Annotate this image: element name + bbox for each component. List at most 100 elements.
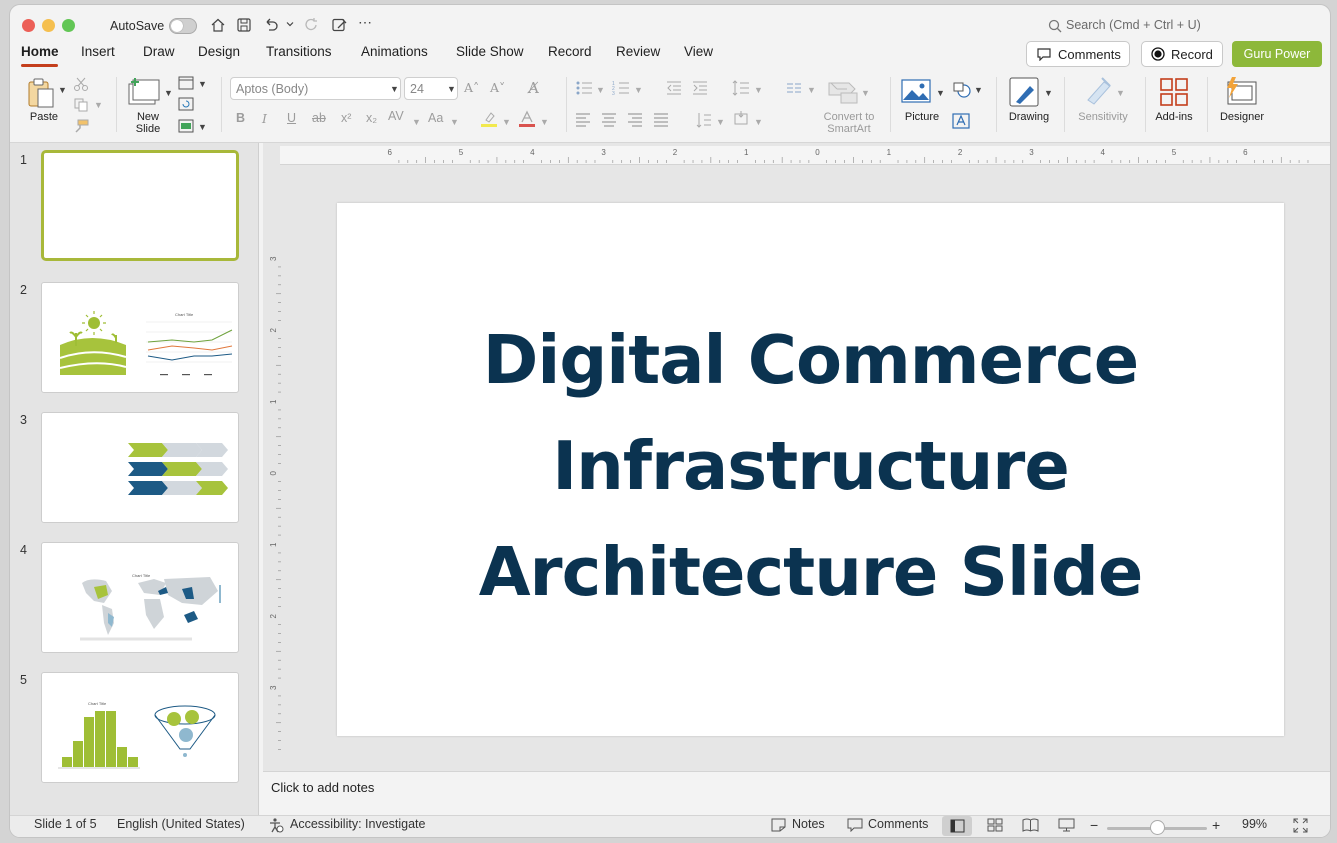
align-center-icon[interactable]: [601, 113, 617, 127]
justify-icon[interactable]: [653, 113, 669, 127]
paste-dropdown-icon[interactable]: ▼: [58, 85, 67, 95]
text-direction-icon[interactable]: [696, 111, 712, 129]
decrease-indent-icon[interactable]: [666, 80, 682, 96]
drawing-dropdown-icon[interactable]: ▼: [1044, 88, 1053, 98]
tab-draw[interactable]: Draw: [143, 44, 175, 59]
reading-view-icon[interactable]: [1022, 818, 1039, 832]
comments-button[interactable]: Comments: [1026, 41, 1130, 67]
increase-indent-icon[interactable]: [692, 80, 708, 96]
align-text-icon[interactable]: [732, 111, 750, 127]
slideshow-icon[interactable]: [1058, 818, 1075, 832]
copy-icon[interactable]: [73, 98, 89, 112]
increase-font-size-icon[interactable]: A˄: [464, 80, 479, 95]
accessibility-icon[interactable]: [268, 817, 284, 833]
slide-sorter-icon[interactable]: [987, 818, 1003, 832]
record-button[interactable]: Record: [1141, 41, 1223, 67]
minimize-window-button[interactable]: [42, 19, 55, 32]
smartart-icon[interactable]: [827, 79, 859, 105]
font-color-dropdown-icon[interactable]: ▼: [540, 117, 549, 127]
font-size-dropdown-icon[interactable]: ▼: [447, 84, 456, 94]
font-name-field[interactable]: Aptos (Body): [230, 77, 401, 100]
section-dropdown-icon[interactable]: ▼: [198, 122, 207, 132]
slide-thumbnail-4[interactable]: Chart Title: [41, 542, 239, 653]
undo-dropdown-icon[interactable]: [286, 20, 294, 28]
font-color-icon[interactable]: [518, 110, 536, 128]
align-left-icon[interactable]: [575, 113, 591, 127]
notes-placeholder[interactable]: Click to add notes: [271, 780, 374, 795]
clear-formatting-icon[interactable]: A̸: [528, 79, 539, 97]
numbering-icon[interactable]: 123: [612, 80, 630, 96]
align-right-icon[interactable]: [627, 113, 643, 127]
highlight-dropdown-icon[interactable]: ▼: [502, 117, 511, 127]
font-name-dropdown-icon[interactable]: ▼: [390, 84, 399, 94]
zoom-level[interactable]: 99%: [1242, 817, 1267, 831]
layout-dropdown-icon[interactable]: ▼: [198, 79, 207, 89]
slide-thumbnail-1[interactable]: [41, 150, 239, 261]
tab-slide-show[interactable]: Slide Show: [456, 44, 524, 59]
redo-icon[interactable]: [304, 17, 320, 33]
line-spacing-icon[interactable]: [732, 80, 750, 96]
notes-icon[interactable]: [771, 818, 786, 832]
italic-icon[interactable]: I: [262, 111, 267, 126]
change-case-icon[interactable]: Aa: [428, 111, 443, 125]
slide-thumbnail-2[interactable]: Chart Title: [41, 282, 239, 393]
align-text-dropdown-icon[interactable]: ▼: [754, 117, 763, 127]
tab-insert[interactable]: Insert: [81, 44, 115, 59]
underline-icon[interactable]: U: [287, 111, 296, 125]
sensitivity-icon[interactable]: [1084, 76, 1114, 106]
slide-title-textbox[interactable]: Digital Commerce Infrastructure Architec…: [337, 307, 1284, 625]
change-case-dropdown-icon[interactable]: ▼: [450, 117, 459, 127]
line-spacing-dropdown-icon[interactable]: ▼: [754, 85, 763, 95]
numbering-dropdown-icon[interactable]: ▼: [634, 85, 643, 95]
section-icon[interactable]: [178, 119, 194, 133]
layout-icon[interactable]: [178, 76, 194, 90]
accessibility-status[interactable]: Accessibility: Investigate: [290, 817, 425, 831]
home-icon[interactable]: [210, 17, 226, 33]
tab-animations[interactable]: Animations: [361, 44, 428, 59]
sensitivity-dropdown-icon[interactable]: ▼: [1116, 88, 1125, 98]
fit-to-window-icon[interactable]: [1293, 818, 1308, 833]
more-icon[interactable]: ⋯: [358, 14, 372, 31]
language-status[interactable]: English (United States): [117, 817, 245, 831]
tab-record[interactable]: Record: [548, 44, 592, 59]
format-painter-icon[interactable]: [73, 119, 89, 133]
notes-pane[interactable]: [263, 771, 1330, 815]
reset-slide-icon[interactable]: [178, 97, 194, 111]
picture-icon[interactable]: [901, 78, 931, 104]
tab-view[interactable]: View: [684, 44, 713, 59]
shapes-dropdown-icon[interactable]: ▼: [974, 85, 983, 95]
zoom-window-button[interactable]: [62, 19, 75, 32]
superscript-icon[interactable]: x²: [341, 111, 351, 125]
shapes-icon[interactable]: [952, 81, 972, 99]
character-spacing-dropdown-icon[interactable]: ▼: [412, 117, 421, 127]
tab-review[interactable]: Review: [616, 44, 660, 59]
bullets-dropdown-icon[interactable]: ▼: [596, 85, 605, 95]
autosave-toggle[interactable]: [169, 18, 197, 34]
slide-thumbnail-3[interactable]: [41, 412, 239, 523]
zoom-out-button[interactable]: −: [1090, 817, 1098, 833]
undo-icon[interactable]: [263, 17, 279, 33]
highlight-icon[interactable]: [480, 110, 498, 128]
drawing-icon[interactable]: [1008, 76, 1040, 108]
current-slide-canvas[interactable]: Digital Commerce Infrastructure Architec…: [337, 203, 1284, 736]
slide-thumbnail-5[interactable]: Chart Title: [41, 672, 239, 783]
comments-status-button[interactable]: Comments: [868, 817, 928, 831]
search-input[interactable]: Search (Cmd + Ctrl + U): [1066, 18, 1266, 38]
customize-toolbar-icon[interactable]: [331, 17, 348, 33]
tab-home[interactable]: Home: [21, 44, 59, 59]
copy-dropdown-icon[interactable]: ▼: [94, 100, 103, 110]
tab-transitions[interactable]: Transitions: [266, 44, 332, 59]
text-box-icon[interactable]: [952, 113, 970, 129]
text-direction-dropdown-icon[interactable]: ▼: [716, 117, 725, 127]
tab-design[interactable]: Design: [198, 44, 240, 59]
bullets-icon[interactable]: [575, 80, 593, 96]
close-window-button[interactable]: [22, 19, 35, 32]
subscript-icon[interactable]: x₂: [366, 111, 377, 125]
add-ins-icon[interactable]: [1159, 77, 1189, 107]
designer-icon[interactable]: [1224, 76, 1258, 106]
notes-button[interactable]: Notes: [792, 817, 825, 831]
paste-icon[interactable]: [26, 77, 56, 109]
save-icon[interactable]: [236, 17, 252, 33]
cut-icon[interactable]: [73, 77, 89, 91]
strikethrough-icon[interactable]: ab: [312, 111, 326, 125]
